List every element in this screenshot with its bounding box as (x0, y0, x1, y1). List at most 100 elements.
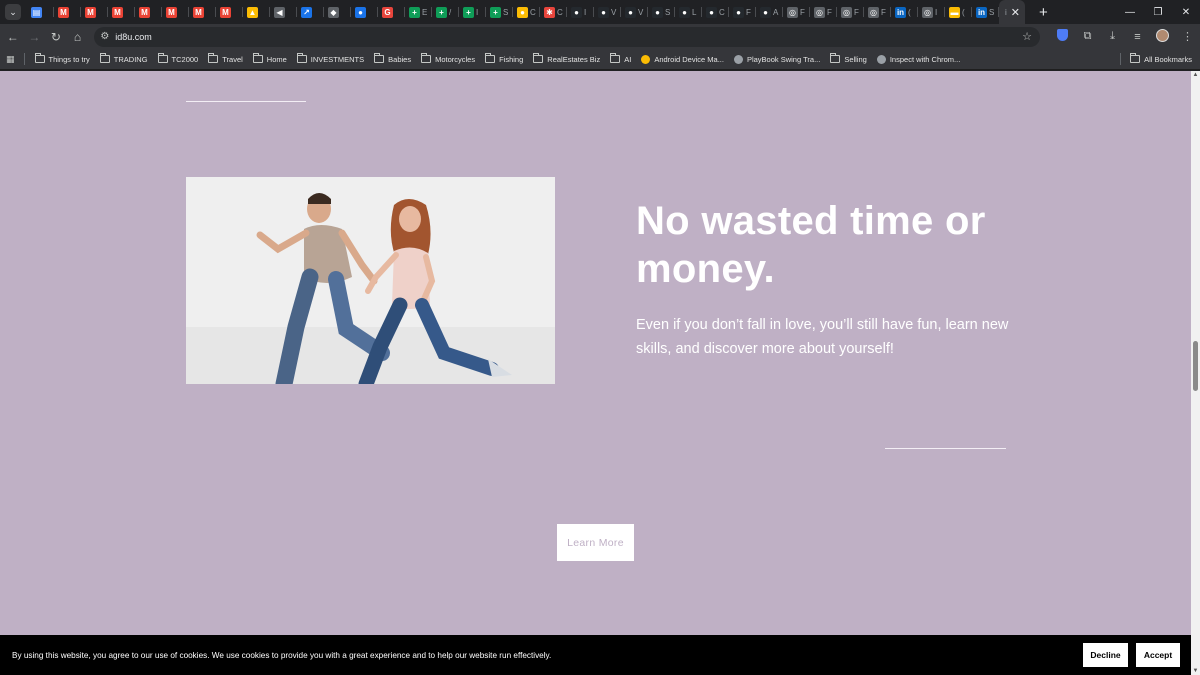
browser-tab[interactable]: ◆ (324, 0, 351, 24)
section-divider-top (186, 101, 306, 102)
browser-menu-icon[interactable]: ⋮ (1175, 30, 1200, 43)
folder-icon (610, 53, 621, 63)
github-icon: ● (679, 6, 690, 18)
bitwarden-extension-icon[interactable] (1050, 29, 1075, 44)
scroll-down-arrow-icon[interactable]: ▼ (1192, 668, 1199, 674)
profile-avatar[interactable] (1150, 28, 1175, 45)
all-bookmarks-button[interactable]: All Bookmarks (1120, 53, 1192, 65)
browser-tab[interactable]: ● A (756, 0, 783, 24)
decline-cookies-button[interactable]: Decline (1083, 643, 1128, 667)
browser-tab[interactable]: + / (432, 0, 459, 24)
bookmark-folder[interactable]: Home (252, 53, 287, 64)
bookmark-folder[interactable]: TRADING (99, 53, 148, 64)
browser-tab[interactable]: ◎ F (810, 0, 837, 24)
tab-active[interactable]: i ✕ (999, 0, 1025, 24)
tab-title: S (665, 7, 671, 17)
browser-tab[interactable]: M (135, 0, 162, 24)
bookmark-folder[interactable]: Travel (208, 53, 243, 64)
app-icon: ↗ (301, 6, 312, 18)
browser-tab[interactable]: + I (459, 0, 486, 24)
bookmark-link[interactable]: Inspect with Chrom... (876, 54, 960, 64)
tab-title: L (692, 7, 697, 17)
tab-title: F (881, 7, 886, 17)
extensions-icon[interactable]: ⧉ (1075, 30, 1100, 43)
apps-grid-icon[interactable]: ▦ (6, 54, 15, 65)
new-tab-icon[interactable]: + (1039, 4, 1048, 21)
browser-tab[interactable]: ● L (675, 0, 702, 24)
browser-tab[interactable]: ◎ I (918, 0, 945, 24)
tab-title: F (746, 7, 751, 17)
browser-tab[interactable]: M (81, 0, 108, 24)
reload-icon[interactable]: ↻ (45, 26, 67, 48)
browser-tab[interactable]: G (378, 0, 405, 24)
bookmark-folder[interactable]: AI (610, 53, 631, 64)
bookmark-folder[interactable]: INVESTMENTS (296, 53, 365, 64)
browser-tab[interactable]: ▲ (243, 0, 270, 24)
address-url[interactable]: id8u.com (115, 32, 152, 42)
tab-title: C (557, 7, 563, 17)
folder-icon (208, 53, 219, 63)
download-icon[interactable]: ⤓ (1100, 30, 1125, 43)
browser-tab[interactable]: + E (405, 0, 432, 24)
browser-tab[interactable]: ● I (567, 0, 594, 24)
browser-tab[interactable]: ● V (594, 0, 621, 24)
tab-title: F (827, 7, 832, 17)
learn-more-button[interactable]: Learn More (557, 524, 634, 561)
browser-tab[interactable]: ↗ (297, 0, 324, 24)
home-icon[interactable]: ⌂ (67, 26, 89, 48)
bookmark-label: INVESTMENTS (310, 54, 365, 64)
scroll-up-arrow-icon[interactable]: ▲ (1192, 72, 1199, 78)
browser-tab[interactable]: ● S (648, 0, 675, 24)
page-scrollbar[interactable]: ▲ ▼ (1191, 71, 1200, 675)
tab-title: C (719, 7, 725, 17)
bookmark-folder[interactable]: Selling (830, 53, 867, 64)
browser-tab[interactable]: in S (972, 0, 999, 24)
tab-strip: ⌄ ▤ M M M M M M M ▲ ◀ ↗ ◆ ● G + E + / + I + S ● C ✱ C ● I ● V ● V ● S ● L ● C… (0, 0, 1200, 24)
browser-tab[interactable]: ✱ C (540, 0, 567, 24)
browser-tab[interactable]: ● V (621, 0, 648, 24)
folder-icon (252, 53, 263, 63)
forward-icon[interactable]: → (24, 26, 46, 48)
browser-tab[interactable]: ● F (729, 0, 756, 24)
browser-tab[interactable]: ◀ (270, 0, 297, 24)
accept-cookies-button[interactable]: Accept (1136, 643, 1180, 667)
browser-tab[interactable]: ◎ F (783, 0, 810, 24)
tab-list: ▤ M M M M M M M ▲ ◀ ↗ ◆ ● G + E + / + I + S ● C ✱ C ● I ● V ● V ● S ● L ● C ● F… (27, 0, 999, 24)
browser-tab[interactable]: ▬( (945, 0, 972, 24)
restore-icon[interactable]: ❐ (1144, 7, 1172, 18)
bookmark-folder[interactable]: Things to try (34, 53, 90, 64)
site-info-icon[interactable]: ⚙ (100, 31, 109, 42)
bookmark-folder[interactable]: TC2000 (157, 53, 198, 64)
back-icon[interactable]: ← (2, 26, 24, 48)
bookmark-link[interactable]: Android Device Ma... (641, 54, 724, 64)
browser-tab[interactable]: M (216, 0, 243, 24)
window-close-icon[interactable]: ✕ (1172, 7, 1200, 18)
media-control-icon[interactable]: ≡ (1125, 31, 1150, 43)
browser-tab[interactable]: ● C (513, 0, 540, 24)
scrollbar-thumb[interactable] (1193, 341, 1198, 391)
browser-tab[interactable]: ◎ F (864, 0, 891, 24)
browser-tab[interactable]: M (108, 0, 135, 24)
browser-tab[interactable]: M (189, 0, 216, 24)
browser-tab[interactable]: M (54, 0, 81, 24)
bookmark-folder[interactable]: RealEstates Biz (533, 53, 600, 64)
cookie-banner: By using this website, you agree to our … (0, 635, 1191, 675)
browser-tab[interactable]: ◎ F (837, 0, 864, 24)
browser-tab[interactable]: ● (351, 0, 378, 24)
folder-icon (99, 53, 110, 63)
address-bar[interactable]: ⚙ id8u.com ☆ (94, 26, 1040, 47)
bookmark-folder[interactable]: Fishing (485, 53, 523, 64)
close-tab-icon[interactable]: ✕ (1011, 6, 1020, 19)
bookmark-folder[interactable]: Motorcycles (421, 53, 475, 64)
bookmark-folder[interactable]: Babies (374, 53, 411, 64)
browser-tab[interactable]: + S (486, 0, 513, 24)
tab-search-icon[interactable]: ⌄ (5, 4, 21, 20)
bookmark-link[interactable]: PlayBook Swing Tra... (733, 54, 820, 64)
browser-tab[interactable]: in( (891, 0, 918, 24)
tab-title: F (800, 7, 805, 17)
browser-tab[interactable]: M (162, 0, 189, 24)
bookmark-star-icon[interactable]: ☆ (1022, 30, 1032, 43)
browser-tab[interactable]: ▤ (27, 0, 54, 24)
minimize-icon[interactable]: — (1116, 7, 1144, 18)
browser-tab[interactable]: ● C (702, 0, 729, 24)
